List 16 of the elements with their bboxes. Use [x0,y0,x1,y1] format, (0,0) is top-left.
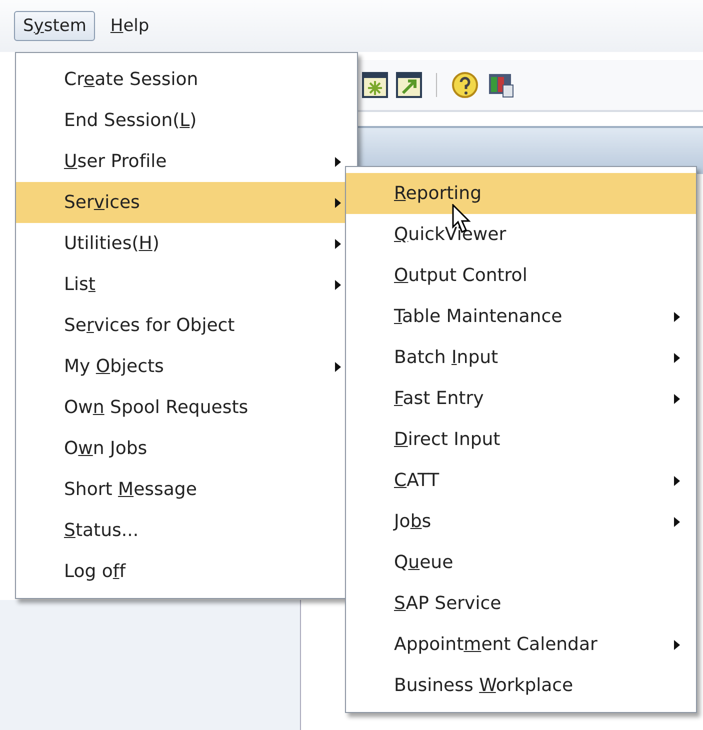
menu-item[interactable]: Reporting [346,173,696,214]
menu-item[interactable]: Appointment Calendar [346,624,696,665]
menu-item[interactable]: Direct Input [346,419,696,460]
menu-bar-item[interactable]: System [14,11,96,41]
window-icon[interactable] [362,72,388,98]
menu-bar-item[interactable]: Help [101,11,158,41]
menu-item[interactable]: Business Workplace [346,665,696,706]
menu-item[interactable]: Create Session [16,59,357,100]
help-icon[interactable] [451,71,479,99]
menu-item[interactable]: Queue [346,542,696,583]
menu-item[interactable]: End Session(L) [16,100,357,141]
layout-icon[interactable] [487,71,515,99]
window-icon[interactable] [396,72,422,98]
menu-item[interactable]: Jobs [346,501,696,542]
menu-item[interactable]: SAP Service [346,583,696,624]
menu-item[interactable]: CATT [346,460,696,501]
